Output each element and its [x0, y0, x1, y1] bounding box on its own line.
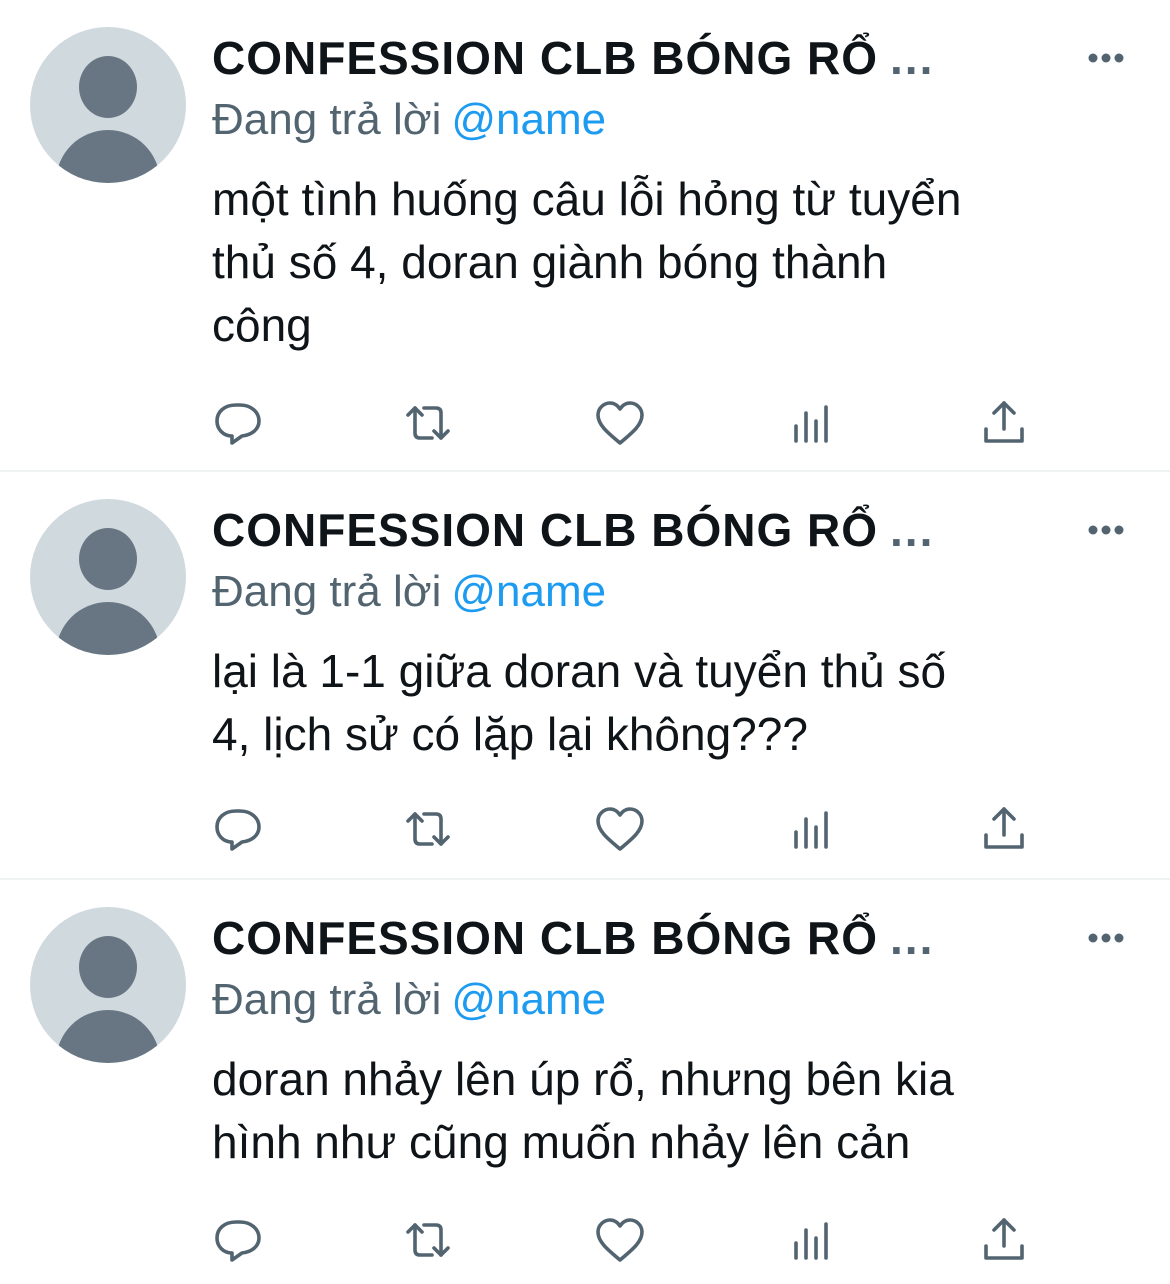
replying-to-label: Đang trả lời — [212, 95, 442, 144]
avatar[interactable] — [30, 907, 186, 1063]
retweet-icon[interactable] — [398, 799, 458, 859]
share-icon[interactable] — [974, 393, 1034, 453]
more-options-icon[interactable] — [1086, 924, 1126, 952]
views-icon[interactable] — [782, 393, 842, 453]
like-icon[interactable] — [590, 1210, 650, 1270]
retweet-icon[interactable] — [398, 393, 458, 453]
avatar[interactable] — [30, 499, 186, 655]
tweet[interactable]: CONFESSION CLB BÓNG RỔ... Đang trả lời @n… — [0, 0, 1170, 470]
avatar[interactable] — [30, 27, 186, 183]
mention-link[interactable]: @name — [451, 975, 606, 1024]
reply-icon[interactable] — [208, 799, 268, 859]
author-name-text: CONFESSION CLB BÓNG RỔ — [212, 504, 879, 556]
reply-icon[interactable] — [208, 393, 268, 453]
share-icon[interactable] — [974, 799, 1034, 859]
tweet[interactable]: CONFESSION CLB BÓNG RỔ... Đang trả lời @n… — [0, 472, 1170, 878]
author-name-text: CONFESSION CLB BÓNG RỔ — [212, 912, 879, 964]
views-icon[interactable] — [782, 799, 842, 859]
mention-link[interactable]: @name — [451, 95, 606, 144]
tweet-text: một tình huống câu lỗi hỏng từ tuyển thủ… — [212, 173, 962, 351]
share-icon[interactable] — [974, 1210, 1034, 1270]
action-bar — [0, 1210, 1170, 1270]
replying-to-line: Đang trả lời @name — [212, 972, 606, 1028]
more-options-icon[interactable] — [1086, 516, 1126, 544]
author-name-ellipsis: ... — [890, 504, 935, 556]
like-icon[interactable] — [590, 799, 650, 859]
author-name[interactable]: CONFESSION CLB BÓNG RỔ... — [212, 30, 934, 86]
author-name[interactable]: CONFESSION CLB BÓNG RỔ... — [212, 502, 934, 558]
tweet-text: doran nhảy lên úp rổ, nhưng bên kia hình… — [212, 1053, 954, 1168]
more-options-icon[interactable] — [1086, 44, 1126, 72]
author-name-ellipsis: ... — [890, 32, 935, 84]
action-bar — [0, 393, 1170, 453]
replying-to-label: Đang trả lời — [212, 567, 442, 616]
replying-to-label: Đang trả lời — [212, 975, 442, 1024]
tweet-text: lại là 1-1 giữa doran và tuyển thủ số 4,… — [212, 645, 947, 760]
replying-to-line: Đang trả lời @name — [212, 564, 606, 620]
default-avatar-icon — [56, 936, 160, 1063]
author-name-text: CONFESSION CLB BÓNG RỔ — [212, 32, 879, 84]
views-icon[interactable] — [782, 1210, 842, 1270]
reply-icon[interactable] — [208, 1210, 268, 1270]
default-avatar-icon — [56, 56, 160, 183]
like-icon[interactable] — [590, 393, 650, 453]
retweet-icon[interactable] — [398, 1210, 458, 1270]
author-name[interactable]: CONFESSION CLB BÓNG RỔ... — [212, 910, 934, 966]
action-bar — [0, 799, 1170, 859]
replying-to-line: Đang trả lời @name — [212, 92, 606, 148]
mention-link[interactable]: @name — [451, 567, 606, 616]
default-avatar-icon — [56, 528, 160, 655]
tweet[interactable]: CONFESSION CLB BÓNG RỔ... Đang trả lời @n… — [0, 880, 1170, 1284]
author-name-ellipsis: ... — [890, 912, 935, 964]
